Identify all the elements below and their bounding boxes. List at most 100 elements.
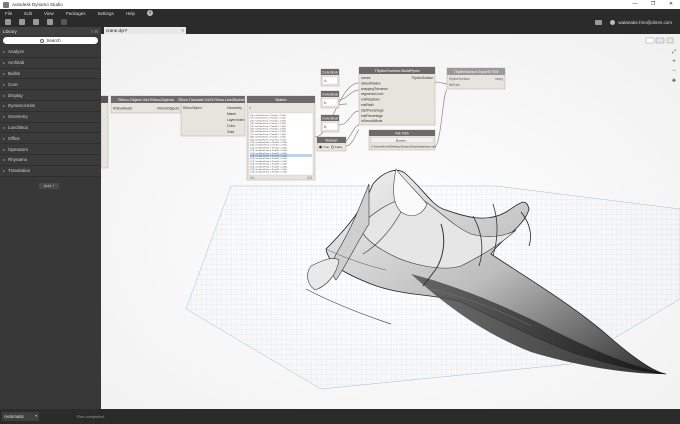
node-rhino-translate[interactable]: Rhino.Translate.ToDS.Rhino.Line2NurbsDs … xyxy=(178,95,248,137)
watch-row: [18] Line(StartPoint = Point(X = 0.000, xyxy=(251,163,288,166)
menu-edit[interactable]: Edit xyxy=(24,11,32,16)
library-category-label: Analyze xyxy=(8,49,25,55)
node-code-block-1-value[interactable]: 4; xyxy=(324,79,327,83)
chevron-right-icon: ▸ xyxy=(3,103,6,109)
node-tspline-export[interactable]: TSplineSurface.ExportToTSM tSplineSurfac… xyxy=(446,67,506,90)
library-category-geometry[interactable]: ▸ Geometry xyxy=(0,111,101,123)
library-category-translation[interactable]: ▸ Translation xyxy=(0,165,101,177)
node-rhino-translate-out-0: Geometry xyxy=(227,106,242,110)
library-category-analyze[interactable]: ▸ Analyze xyxy=(0,47,101,58)
chevron-right-icon: ▸ xyxy=(3,114,6,120)
window-title: Autodesk Dynamo Studio xyxy=(12,2,63,7)
library-title: Library xyxy=(3,28,17,34)
node-code-block-2[interactable]: Code Block 6; xyxy=(320,90,340,109)
node-file-path-title: File Path xyxy=(395,132,408,136)
watch-row: [6] Line(StartPoint = Point(X = 0.000, xyxy=(251,130,287,133)
maximize-button[interactable]: ❐ xyxy=(644,0,662,9)
watch-row: [13] Line(StartPoint = Point(X = 0.000, xyxy=(251,149,288,152)
library-category-lunchbox[interactable]: ▸ LunchBox xyxy=(0,122,101,134)
node-rhino-get-objects[interactable]: Rhino.Object.Get.RhinoObjects RhinoModel… xyxy=(110,95,182,114)
redo-icon[interactable] xyxy=(61,19,67,25)
library-add-button[interactable]: Add + xyxy=(39,182,59,189)
menu-help[interactable]: Help xyxy=(126,11,135,16)
library-category-display[interactable]: ▸ Display xyxy=(0,90,101,101)
library-category-label: Builtin xyxy=(8,70,21,76)
tspline-input-port[interactable]: endPercentage xyxy=(361,114,383,118)
node-boolean-false: False xyxy=(335,145,343,149)
tspline-input-port[interactable]: inSmoothMode xyxy=(361,119,383,123)
node-tspline-export-title: TSplineSurface.ExportToTSM xyxy=(454,70,499,74)
tspline-input-port[interactable]: endRotations xyxy=(361,98,380,102)
chevron-right-icon: ▸ xyxy=(3,157,6,163)
library-category-label: Rhynamo xyxy=(8,157,28,163)
run-status-text: Run completed. xyxy=(77,414,106,419)
node-watch-title: Watch xyxy=(275,97,286,102)
library-search-input[interactable]: Search xyxy=(3,37,98,44)
node-boolean-true: True xyxy=(323,145,329,149)
chevron-right-icon: ▸ xyxy=(3,81,6,87)
minimize-button[interactable]: — xyxy=(626,0,644,9)
menu-view[interactable]: View xyxy=(44,11,54,16)
library-category-label: Display xyxy=(8,92,23,98)
tab-crane[interactable]: crane.dyn* × xyxy=(104,27,186,34)
menu-packages[interactable]: Packages xyxy=(66,11,86,16)
boolean-true-radio[interactable] xyxy=(319,145,322,149)
pan-icon[interactable]: ✥ xyxy=(672,78,676,84)
graph-view-toggle[interactable] xyxy=(645,37,655,44)
node-watch[interactable]: Watch > [0] Line(StartPoint = Point(X = … xyxy=(246,95,316,181)
library-category-office[interactable]: ▸ Office xyxy=(0,133,101,145)
zoom-fit-icon[interactable]: ⤢ xyxy=(672,49,676,55)
library-category-label: Translation xyxy=(8,168,31,174)
library-category-archilab[interactable]: ▸ Archilab xyxy=(0,57,101,69)
geometry-view-toggle[interactable] xyxy=(655,37,665,44)
tspline-input-port[interactable]: defaultRadius xyxy=(361,81,381,85)
menu-settings[interactable]: Settings xyxy=(97,11,113,16)
zoom-in-icon[interactable]: + xyxy=(672,59,676,65)
user-account[interactable]: watanabe.hiro@dimm.com xyxy=(618,20,672,25)
watch-row: [0] Line(StartPoint = Point(X = 0.000, xyxy=(251,114,287,117)
tspline-input-port[interactable]: snappingTolerance xyxy=(361,87,388,91)
zoom-out-icon[interactable]: − xyxy=(672,68,676,74)
new-file-icon[interactable] xyxy=(5,19,11,25)
node-rhino-translate-title: Rhino.Translate.ToDS.Rhino.Line2NurbsDs xyxy=(178,98,247,102)
menu-file[interactable]: File xyxy=(5,11,12,16)
status-bar: Automatic ▾ Run completed. xyxy=(0,409,680,424)
tspline-input-port[interactable]: curves xyxy=(361,76,371,80)
node-code-block-3[interactable]: Code Block 8; xyxy=(320,114,340,133)
node-boolean[interactable]: Boolean True False xyxy=(316,136,347,152)
node-watch-footer-left: List xyxy=(250,176,255,180)
watch-row: [7] Line(StartPoint = Point(X = 0.000, xyxy=(251,133,287,136)
node-tspline-build-pipes[interactable]: TSplineSurface.BuildPipes curvesdefaultR… xyxy=(358,66,436,126)
offscreen-node[interactable] xyxy=(101,95,109,169)
undo-icon[interactable] xyxy=(47,19,53,25)
node-tspline-build-pipes-title: TSplineSurface.BuildPipes xyxy=(375,69,420,73)
library-category-label: LunchBox xyxy=(8,124,29,130)
library-category-dynamounits[interactable]: ▸ DynamoUnits xyxy=(0,100,101,112)
camera-icon[interactable] xyxy=(595,19,603,25)
node-code-block-3-value[interactable]: 8; xyxy=(324,125,327,129)
library-category-rhynamo[interactable]: ▸ Rhynamo xyxy=(0,154,101,166)
node-code-block-2-value[interactable]: 6; xyxy=(324,101,327,105)
node-code-block-1[interactable]: Code Block 4; xyxy=(320,68,340,87)
tspline-input-port[interactable]: endRadii xyxy=(361,103,374,107)
tspline-input-port[interactable]: startPercentage xyxy=(361,108,384,112)
close-button[interactable]: ✕ xyxy=(662,0,680,9)
graph-canvas[interactable]: Rhino.Object.Get.RhinoObjects RhinoModel… xyxy=(101,34,680,409)
library-category-operators[interactable]: ▸ Operators xyxy=(0,144,101,155)
watch-row: [3] Line(StartPoint = Point(X = 0.000, xyxy=(251,122,287,125)
tab-close-icon[interactable]: × xyxy=(181,27,184,34)
node-file-path[interactable]: File Path Browse... C:\Users\Hiroshi\Des… xyxy=(368,129,436,151)
library-category-label: Archilab xyxy=(8,60,25,66)
tspline-input-port[interactable]: segmentsCount xyxy=(361,92,383,96)
node-rhino-translate-input: RhinoObject xyxy=(183,106,202,110)
open-folder-icon[interactable] xyxy=(19,19,25,25)
view-layout-icon[interactable] xyxy=(666,37,674,44)
library-view-controls[interactable]: ≡ ⊟ xyxy=(91,29,98,34)
save-icon[interactable] xyxy=(33,19,39,25)
library-category-core[interactable]: ▸ Core xyxy=(0,79,101,91)
library-category-builtin[interactable]: ▸ Builtin xyxy=(0,68,101,80)
watch-row: [21] Line(StartPoint = Point(X = 0.000, xyxy=(251,171,288,174)
run-mode-select[interactable]: Automatic ▾ xyxy=(2,412,39,421)
chevron-right-icon: ▸ xyxy=(3,135,6,141)
help-icon[interactable]: ? xyxy=(147,10,154,16)
